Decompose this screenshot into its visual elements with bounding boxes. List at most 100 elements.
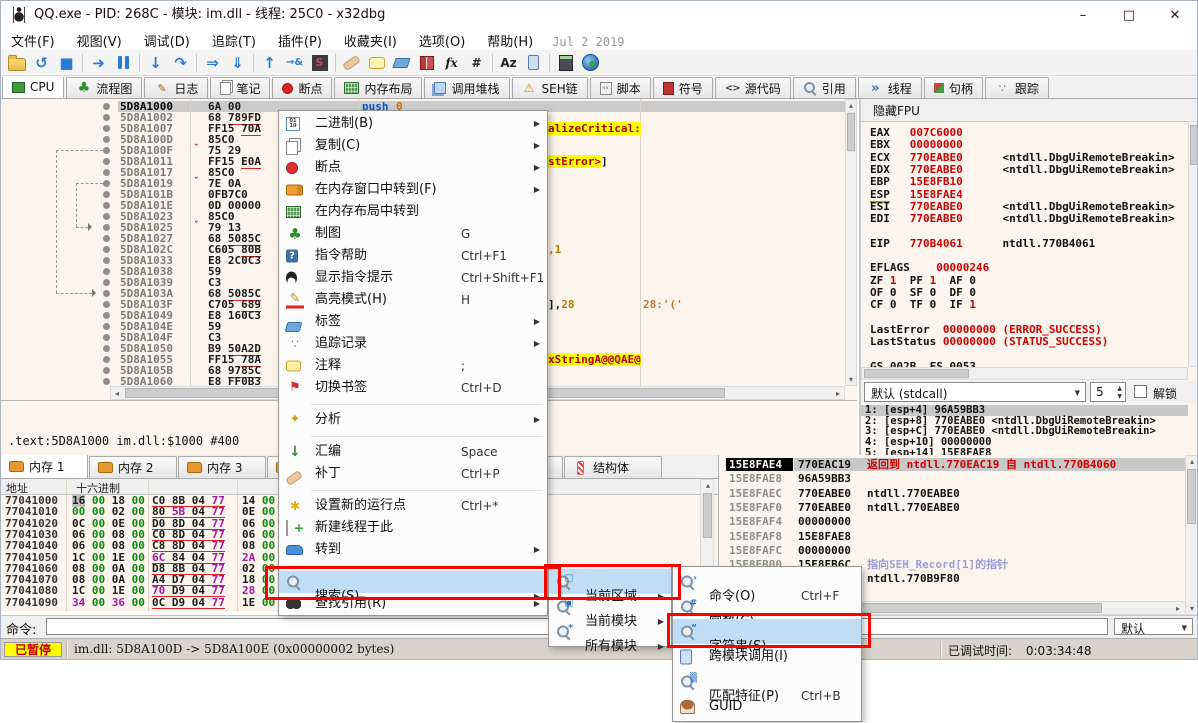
breakpoint-dot[interactable]: [103, 202, 110, 209]
ctx-menu-item-goto[interactable]: 转到▶: [279, 539, 547, 561]
modules-phone-button[interactable]: [521, 52, 546, 74]
breakpoint-dot[interactable]: [103, 279, 110, 286]
pause-button[interactable]: [111, 52, 136, 74]
menu-item-0[interactable]: 文件(F): [0, 30, 66, 50]
search-menu-item-xmodule[interactable]: 跨模块调用(I): [673, 644, 861, 669]
run-button[interactable]: ➜: [86, 52, 111, 74]
argument-count-stepper[interactable]: 5 ▲ ▼: [1090, 382, 1126, 402]
breakpoint-dot[interactable]: [103, 345, 110, 352]
scylla-button[interactable]: S: [307, 52, 332, 74]
appearance-button[interactable]: Az: [496, 52, 521, 74]
ctx-menu-item-label[interactable]: 标签▶: [279, 311, 547, 333]
breakpoint-dot[interactable]: [103, 378, 110, 385]
ctx-menu-item-memory-window[interactable]: 在内存窗口中转到(F)▶: [279, 179, 547, 201]
register-row[interactable]: CF 0 TF 0 IF 1: [870, 299, 976, 311]
stack-vertical-scrollbar[interactable]: ▴ ▾: [1185, 455, 1198, 615]
breakpoint-dot[interactable]: [103, 246, 110, 253]
close-button[interactable]: ■: [54, 52, 79, 74]
register-row[interactable]: EBX 00000000: [870, 139, 963, 151]
ctx-menu-item-comment[interactable]: 注释;: [279, 355, 547, 377]
comments-button[interactable]: [364, 52, 389, 74]
breakpoint-dot[interactable]: [103, 367, 110, 374]
ctx-menu-item-bookmark[interactable]: ⚑切换书签Ctrl+D: [279, 377, 547, 399]
tab-breakpoints[interactable]: 断点: [272, 77, 332, 98]
ctx-menu-item-new-origin[interactable]: ✱设置新的运行点Ctrl+*: [279, 495, 547, 517]
ctx-menu-item-tip[interactable]: 显示指令提示Ctrl+Shift+F1: [279, 267, 547, 289]
tab-handles[interactable]: 句柄: [924, 77, 983, 98]
bottom-tab-memory-1[interactable]: 内存 2: [89, 456, 177, 478]
breakpoint-dot[interactable]: [103, 312, 110, 319]
search-menu-item-mag-string[interactable]: “字符串(S): [673, 619, 861, 644]
hash-button[interactable]: #: [464, 52, 489, 74]
search-menu-item-mag-pattern[interactable]: ▒匹配特征(P)Ctrl+B: [673, 669, 861, 694]
attach-button[interactable]: →&: [282, 52, 307, 74]
breakpoint-dot[interactable]: [103, 257, 110, 264]
ctx-menu-item-assemble[interactable]: ↓汇编Space: [279, 441, 547, 463]
tab-threads[interactable]: »线程: [858, 77, 922, 98]
tab-trace[interactable]: ∵跟踪: [985, 77, 1049, 98]
tab-cpu[interactable]: CPU: [2, 77, 64, 99]
breakpoint-dot[interactable]: [103, 301, 110, 308]
menu-item-4[interactable]: 插件(P): [267, 30, 333, 50]
breakpoint-dot[interactable]: [103, 158, 110, 165]
register-row[interactable]: EDI 770EABE0 <ntdll.DbgUiRemoteBreakin>: [870, 213, 1175, 225]
menu-item-7[interactable]: 帮助(H): [476, 30, 544, 50]
ctx-menu-item-copy[interactable]: 复制(C)▶: [279, 135, 547, 157]
argument-row[interactable]: 5: [esp+14] 15E8FAE8: [861, 448, 1188, 455]
ctx-menu-item-graph[interactable]: ♣制图G: [279, 223, 547, 245]
scope-menu-item-mag-all[interactable]: *所有模块▶: [549, 619, 671, 644]
tab-symbols[interactable]: 符号: [653, 77, 713, 98]
execute-till-return-button[interactable]: ↑: [257, 52, 282, 74]
ctx-menu-item-find-refs[interactable]: 查找引用(R)▶: [279, 593, 547, 615]
register-row[interactable]: EBP 15E8FB10: [870, 176, 963, 188]
breakpoint-dot[interactable]: [103, 180, 110, 187]
registers-vertical-scrollbar[interactable]: [1188, 121, 1198, 367]
spin-down-icon[interactable]: ▼: [1117, 393, 1122, 401]
ctx-menu-item-patch[interactable]: 补丁Ctrl+P: [279, 463, 547, 485]
register-row[interactable]: LastStatus 00000000 (STATUS_SUCCESS): [870, 336, 1108, 348]
breakpoint-dot[interactable]: [103, 114, 110, 121]
tab-log[interactable]: ✎日志: [144, 77, 208, 98]
fx-button[interactable]: fx: [439, 52, 464, 74]
command-profile-select[interactable]: 默认 ▼: [1114, 618, 1193, 635]
breakpoint-dot[interactable]: [103, 136, 110, 143]
breakpoint-dot[interactable]: [103, 334, 110, 341]
internet-button[interactable]: [578, 52, 603, 74]
fpu-toggle-strip[interactable]: 隐藏FPU: [861, 99, 1198, 122]
menu-item-6[interactable]: 选项(O): [408, 30, 476, 50]
bottom-tab-struct-6[interactable]: 结构体: [564, 456, 662, 478]
tab-memmap[interactable]: 内存布局: [334, 77, 422, 98]
registers-panel[interactable]: 隐藏FPU EAX 007C6000EBX 00000000ECX 770EAB…: [859, 99, 1198, 455]
ctx-menu-item-memory-map[interactable]: 在内存布局中转到: [279, 201, 547, 223]
hide-fpu-button[interactable]: 隐藏FPU: [873, 102, 920, 119]
breakpoint-dot[interactable]: [103, 103, 110, 110]
open-file-button[interactable]: [4, 52, 29, 74]
register-row[interactable]: EIP 770B4061 ntdll.770B4061: [870, 238, 1095, 250]
ctx-menu-item-search[interactable]: 搜索(S)▶: [279, 571, 547, 593]
bottom-tab-memory-0[interactable]: 内存 1: [0, 455, 88, 478]
tab-seh[interactable]: ⚠SEH链: [512, 77, 588, 98]
ctx-menu-item-analyze[interactable]: ✦分析▶: [279, 409, 547, 431]
breakpoint-dot[interactable]: [103, 191, 110, 198]
tab-script[interactable]: ‹›脚本: [590, 77, 651, 98]
breakpoint-dot[interactable]: [103, 268, 110, 275]
ctx-menu-item-new-thread[interactable]: +新建线程于此: [279, 517, 547, 539]
ctx-menu-item-highlight[interactable]: ✎高亮模式(H)H: [279, 289, 547, 311]
tab-graph[interactable]: ♣流程图: [66, 77, 142, 98]
minimize-button[interactable]: –: [1060, 0, 1106, 30]
menu-item-2[interactable]: 调试(D): [133, 30, 201, 50]
ctx-menu-item-binary[interactable]: 01 10二进制(B)▶: [279, 113, 547, 135]
restart-button[interactable]: ↺: [29, 52, 54, 74]
menu-item-5[interactable]: 收藏夹(I): [333, 30, 408, 50]
menu-item-3[interactable]: 追踪(T): [201, 30, 267, 50]
tab-callstack[interactable]: 调用堆栈: [424, 77, 509, 98]
tab-references[interactable]: 引用: [793, 77, 856, 98]
disasm-vertical-scrollbar[interactable]: ▴ ▾: [845, 99, 857, 386]
close-button[interactable]: ✕: [1152, 0, 1198, 30]
breakpoint-dot[interactable]: [103, 169, 110, 176]
run-to-user-code-button[interactable]: ⇒: [200, 52, 225, 74]
patch-button[interactable]: [339, 52, 364, 74]
breakpoint-dot[interactable]: [103, 224, 110, 231]
search-menu-item-mag-const[interactable]: #常数(C): [673, 594, 861, 619]
ctx-menu-item-breakpoint[interactable]: 断点▶: [279, 157, 547, 179]
